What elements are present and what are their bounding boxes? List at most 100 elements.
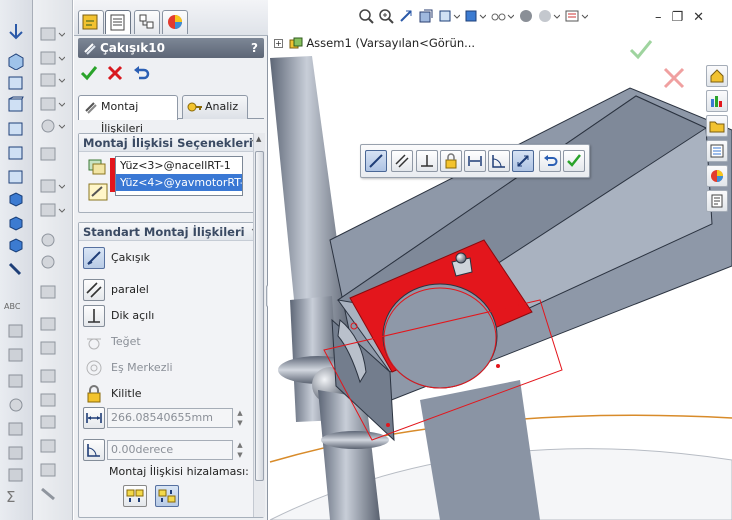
close-icon[interactable]: ✕ <box>693 10 714 25</box>
view-palette-icon[interactable] <box>706 140 728 162</box>
coincident-icon[interactable] <box>83 247 105 269</box>
undo-icon[interactable] <box>132 64 150 82</box>
gray-tool-icon-7[interactable] <box>6 466 26 484</box>
gray-tool-icon-p[interactable] <box>39 414 65 430</box>
zoom-to-area-icon[interactable] <box>378 8 394 27</box>
tab-property-manager[interactable] <box>105 10 131 34</box>
restore-icon[interactable]: ❐ <box>672 10 694 25</box>
gray-tool-icon-5[interactable] <box>6 420 26 438</box>
probe-icon[interactable] <box>6 260 26 278</box>
mate-selections-header[interactable]: Montaj İlişkisi Seçenekleri ⌃ <box>79 134 263 152</box>
selection-item[interactable]: Yüz<4>@yavmotorRT- <box>116 174 242 191</box>
lock-icon[interactable] <box>83 383 105 405</box>
insert-components-icon[interactable] <box>6 22 26 42</box>
tab-analysis[interactable]: Analiz <box>182 95 248 119</box>
tab-configuration-manager[interactable] <box>134 10 160 34</box>
standard-mates-header[interactable]: Standart Montaj İlişkileri ⌃ <box>79 223 263 241</box>
mate-parallel[interactable]: paralel <box>83 279 263 303</box>
gray-tool-icon-h[interactable] <box>39 202 65 218</box>
distance-spinner[interactable]: ▲ ▼ <box>235 408 245 428</box>
confirm-cancel-icon[interactable] <box>662 66 686 90</box>
file-explorer-icon[interactable] <box>706 115 728 137</box>
tab-display-manager[interactable] <box>162 10 188 34</box>
view-orientation-icon[interactable] <box>438 8 461 27</box>
selection-item[interactable]: Yüz<3>@nacellRT-1 <box>116 157 242 174</box>
gray-tool-icon-f[interactable] <box>39 146 65 162</box>
ctx-undo-button[interactable] <box>539 150 561 172</box>
hide-show-items-icon[interactable] <box>490 8 515 27</box>
ctx-flip-alignment-button[interactable] <box>512 150 534 172</box>
ctx-parallel-button[interactable] <box>391 150 413 172</box>
parallel-icon[interactable] <box>83 279 105 301</box>
mate-selections-list[interactable]: Yüz<3>@nacellRT-1 Yüz<4>@yavmotorRT- <box>115 156 243 196</box>
box-icon-1[interactable] <box>6 52 26 70</box>
view-settings-icon[interactable] <box>564 8 589 27</box>
mate-lock[interactable]: Kilitle <box>83 383 263 407</box>
mate-perpendicular[interactable]: Dik açılı <box>83 305 263 329</box>
gray-tool-icon-n[interactable] <box>39 368 65 384</box>
edit-appearance-icon[interactable] <box>518 8 534 27</box>
gray-tool-icon-1[interactable] <box>6 322 26 340</box>
gray-tool-icon-l[interactable] <box>39 316 65 332</box>
gray-tool-icon-6[interactable] <box>6 444 26 462</box>
box-icon-2[interactable] <box>6 74 26 92</box>
gray-tool-icon-e[interactable] <box>39 118 65 134</box>
ctx-angle-button[interactable] <box>488 150 510 172</box>
previous-view-icon[interactable] <box>398 8 414 27</box>
spell-check-icon[interactable]: ABC <box>4 302 20 311</box>
distance-icon[interactable] <box>83 407 105 429</box>
gray-tool-icon-4[interactable] <box>6 396 26 414</box>
ctx-ok-button[interactable] <box>563 150 585 172</box>
flyout-feature-tree[interactable]: + Assem1 (Varsayılan<Görün... <box>274 36 475 51</box>
custom-properties-icon[interactable] <box>706 190 728 212</box>
ctx-perpendicular-button[interactable] <box>416 150 438 172</box>
gray-tool-icon-r[interactable] <box>39 462 65 478</box>
angle-input[interactable]: 0.00derece <box>107 440 233 460</box>
expand-plus-icon[interactable]: + <box>274 39 283 48</box>
property-manager-scrollbar[interactable]: ▲ <box>253 133 265 517</box>
aligned-button[interactable] <box>123 485 147 507</box>
display-style-icon[interactable] <box>464 8 487 27</box>
gray-tool-icon-q[interactable] <box>39 438 65 454</box>
mate-coincident[interactable]: Çakışık <box>83 247 263 271</box>
gray-tool-icon-j[interactable] <box>39 254 65 270</box>
solid-icon-3[interactable] <box>6 236 26 254</box>
solid-icon-1[interactable] <box>6 190 26 208</box>
gray-tool-icon-3[interactable] <box>6 372 26 390</box>
apply-scene-icon[interactable] <box>538 8 561 27</box>
ctx-lock-button[interactable] <box>440 150 462 172</box>
home-icon[interactable] <box>706 65 728 87</box>
distance-input[interactable]: 266.08540655mm <box>107 408 233 428</box>
sigma-icon[interactable]: Σ <box>6 488 15 506</box>
ctx-distance-button[interactable] <box>464 150 486 172</box>
assembly-name[interactable]: Assem1 (Varsayılan<Görün... <box>306 36 475 50</box>
help-button[interactable]: ? <box>251 38 258 58</box>
ctx-coincident-button[interactable] <box>365 150 387 172</box>
box-icon-3[interactable] <box>6 96 26 114</box>
anti-aligned-button[interactable] <box>155 485 179 507</box>
scroll-up-icon[interactable]: ▲ <box>256 135 261 143</box>
perpendicular-icon[interactable] <box>83 305 105 327</box>
angle-spinner[interactable]: ▲ ▼ <box>235 440 245 460</box>
box-icon-4[interactable] <box>6 120 26 138</box>
scrollbar-thumb[interactable] <box>255 151 264 481</box>
zoom-to-fit-icon[interactable] <box>358 8 374 27</box>
minimize-icon[interactable]: – <box>655 10 672 25</box>
tab-feature-manager[interactable] <box>78 10 104 34</box>
angle-icon[interactable] <box>83 439 105 461</box>
box-icon-6[interactable] <box>6 168 26 186</box>
gray-tool-icon-a[interactable] <box>39 26 65 42</box>
gray-tool-icon-k[interactable] <box>39 284 65 300</box>
gray-tool-icon-2[interactable] <box>6 346 26 364</box>
gray-tool-icon-d[interactable] <box>39 96 65 112</box>
gray-tool-icon-b[interactable] <box>39 50 65 66</box>
ok-check-icon[interactable] <box>80 64 98 82</box>
box-icon-5[interactable] <box>6 144 26 162</box>
gray-tool-icon-c[interactable] <box>39 72 65 88</box>
gray-tool-icon-s[interactable] <box>39 486 65 502</box>
cancel-x-icon[interactable] <box>106 64 124 82</box>
tab-mates[interactable]: Montaj İlişkileri <box>78 95 178 135</box>
appearances-icon[interactable] <box>706 165 728 187</box>
design-library-icon[interactable] <box>706 90 728 112</box>
gray-tool-icon-m[interactable] <box>39 340 65 356</box>
